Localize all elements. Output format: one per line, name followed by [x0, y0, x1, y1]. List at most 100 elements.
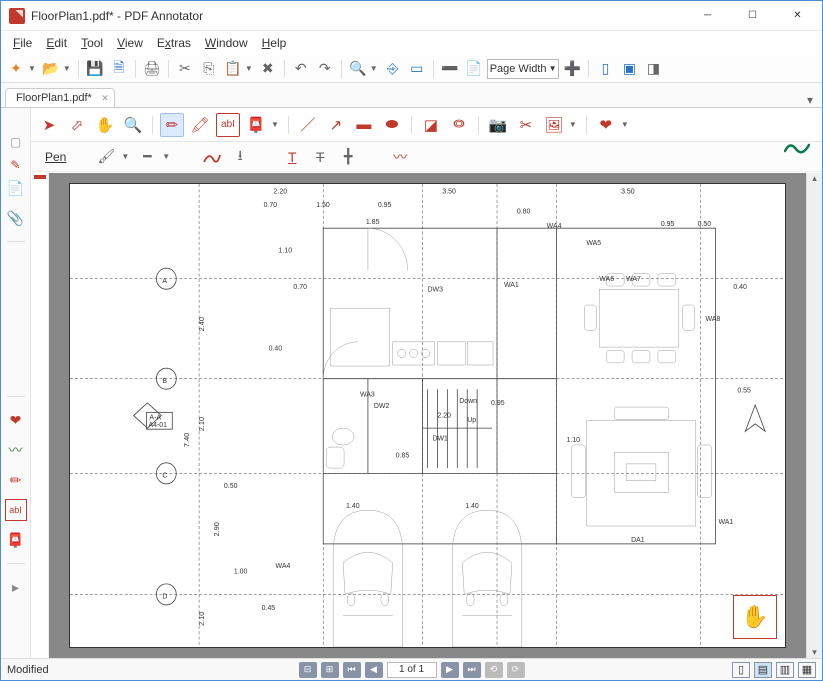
text-tool-icon[interactable]: abI — [216, 113, 240, 137]
document-tab[interactable]: FloorPlan1.pdf* ✕ — [5, 88, 115, 107]
page-next-icon[interactable]: ▶ — [441, 662, 459, 678]
zoom-select[interactable]: Page Width▼ — [487, 59, 560, 79]
two-page-icon[interactable]: ▣ — [618, 58, 640, 80]
ellipse-tool-icon[interactable]: ⬬ — [380, 113, 404, 137]
svg-text:WA6: WA6 — [599, 275, 614, 283]
side-attach-icon[interactable]: 📎 — [5, 207, 27, 229]
paste-dropdown[interactable]: ▼ — [245, 64, 253, 73]
smooth-line-icon[interactable] — [200, 145, 224, 169]
fullscreen-icon[interactable]: ◨ — [642, 58, 664, 80]
search-dropdown[interactable]: ▼ — [370, 64, 378, 73]
page-first-icon[interactable]: ⏮ — [343, 662, 361, 678]
page-thumb-next-icon[interactable]: ⊞ — [321, 662, 339, 678]
menu-tool[interactable]: Tool — [75, 34, 109, 52]
minimize-button[interactable]: ─ — [685, 1, 730, 30]
menu-help[interactable]: Help — [256, 34, 293, 52]
copy-icon[interactable]: ⎘ — [198, 58, 220, 80]
left-panel-tabs: ▢ ✎ — [1, 108, 31, 173]
side-stamp-icon[interactable]: 📮 — [5, 529, 27, 551]
favorite-tool-icon[interactable]: ❤ — [594, 113, 618, 137]
view-continuous-icon[interactable]: ▤ — [754, 662, 772, 678]
view-book-icon[interactable]: ▦ — [798, 662, 816, 678]
menu-window[interactable]: Window — [199, 34, 254, 52]
line-tool-icon[interactable]: ／ — [296, 113, 320, 137]
eraser-tool-icon[interactable]: ◪ — [419, 113, 443, 137]
menu-file[interactable]: File — [7, 34, 38, 52]
cursor-tool-icon[interactable]: ➤ — [37, 113, 61, 137]
side-pen-variant-icon[interactable]: 〰 — [5, 439, 27, 461]
print-icon[interactable]: 🖨 — [141, 58, 163, 80]
single-page-icon[interactable]: ▯ — [594, 58, 616, 80]
pan-tool-icon[interactable]: ✋ — [93, 113, 117, 137]
line-width-icon[interactable]: ━ — [135, 145, 159, 169]
menu-view[interactable]: View — [111, 34, 149, 52]
page-thumb-prev-icon[interactable]: ⊟ — [299, 662, 317, 678]
text-underline-icon[interactable]: T — [280, 145, 304, 169]
panel-tab-blank[interactable]: ▢ — [7, 134, 25, 151]
camera-tool-icon[interactable]: 📷 — [486, 113, 510, 137]
svg-text:WA1: WA1 — [718, 518, 733, 526]
undo-icon[interactable]: ↶ — [290, 58, 312, 80]
hand-tool-overlay-icon[interactable]: ✋ — [733, 595, 777, 639]
text-strike-icon[interactable]: T — [308, 145, 332, 169]
side-note-icon[interactable]: 📄 — [5, 177, 27, 199]
maximize-button[interactable]: ☐ — [730, 1, 775, 30]
tab-menu-dropdown[interactable]: ▾ — [802, 93, 818, 107]
open-dropdown[interactable]: ▼ — [63, 64, 71, 73]
view-two-page-icon[interactable]: ▥ — [776, 662, 794, 678]
nav-fwd-icon[interactable]: ⟳ — [507, 662, 525, 678]
cut-icon[interactable]: ✂ — [174, 58, 196, 80]
svg-text:0.40: 0.40 — [269, 344, 283, 352]
side-panel-strip: 📄 📎 ❤ 〰 ✏ abI 📮 ▸ — [1, 173, 31, 658]
save-icon[interactable]: 💾 — [84, 58, 106, 80]
menu-extras[interactable]: Extras — [151, 34, 197, 52]
new-icon[interactable]: ✦ — [5, 58, 27, 80]
close-button[interactable]: ✕ — [775, 1, 820, 30]
svg-text:DW3: DW3 — [428, 285, 443, 293]
page-prev-icon[interactable]: ◀ — [365, 662, 383, 678]
view-single-icon[interactable]: ▯ — [732, 662, 750, 678]
pen-tool-icon[interactable]: ✏ — [160, 113, 184, 137]
side-favorite-icon[interactable]: ❤ — [5, 409, 27, 431]
new-dropdown[interactable]: ▼ — [28, 64, 36, 73]
zoom-tool-icon[interactable]: 🔍 — [121, 113, 145, 137]
open-icon[interactable]: 📂 — [40, 58, 62, 80]
stamp-tool-icon[interactable]: 📮 — [244, 113, 268, 137]
image-tool-icon[interactable]: 🖼 — [542, 113, 566, 137]
crop-tool-icon[interactable]: ✂ — [514, 113, 538, 137]
arrow-tool-icon[interactable]: ↗ — [324, 113, 348, 137]
document-viewport[interactable]: A B C D A-A A4-01 — [49, 173, 806, 658]
save-as-icon[interactable]: 🗎 — [108, 58, 130, 80]
highlighter-tool-icon[interactable]: 🖍 — [188, 113, 212, 137]
pressure-icon[interactable]: ⭳ — [228, 145, 252, 169]
svg-text:0.70: 0.70 — [264, 201, 278, 209]
panel-tab-pen[interactable]: ✎ — [7, 157, 25, 174]
nav-back-icon[interactable]: ⟲ — [485, 662, 503, 678]
delete-icon[interactable]: ✖ — [257, 58, 279, 80]
color-picker-icon[interactable]: 🖌 — [94, 145, 118, 169]
text-plus-icon[interactable]: ╋ — [336, 145, 360, 169]
side-pencil-icon[interactable]: ✏ — [5, 469, 27, 491]
side-textbox-icon[interactable]: abI — [5, 499, 27, 521]
vertical-scrollbar[interactable] — [806, 173, 822, 658]
tab-close-icon[interactable]: ✕ — [101, 93, 109, 104]
svg-text:1.85: 1.85 — [366, 218, 380, 226]
search-icon[interactable]: 🔍 — [347, 58, 369, 80]
fit-icon[interactable]: 📄 — [463, 58, 485, 80]
lasso-erase-icon[interactable]: ⭖ — [447, 113, 471, 137]
select-tool-icon[interactable]: ⬀ — [65, 113, 89, 137]
autosmooth-icon[interactable]: 〰 — [388, 145, 412, 169]
menu-edit[interactable]: Edit — [40, 34, 73, 52]
zoom-in-icon[interactable]: ➕ — [561, 58, 583, 80]
page-last-icon[interactable]: ⏭ — [463, 662, 481, 678]
redo-icon[interactable]: ↷ — [314, 58, 336, 80]
page-number-input[interactable]: 1 of 1 — [387, 662, 437, 678]
side-collapse-icon[interactable]: ▸ — [5, 576, 27, 598]
current-tool-label[interactable]: Pen — [41, 148, 70, 166]
page-icon[interactable]: ▭ — [406, 58, 428, 80]
goto-icon[interactable]: ⎆ — [382, 58, 404, 80]
rect-tool-icon[interactable]: ▬ — [352, 113, 376, 137]
zoom-out-icon[interactable]: ➖ — [439, 58, 461, 80]
floorplan-drawing: A B C D A-A A4-01 — [70, 184, 785, 647]
paste-icon[interactable]: 📋 — [222, 58, 244, 80]
